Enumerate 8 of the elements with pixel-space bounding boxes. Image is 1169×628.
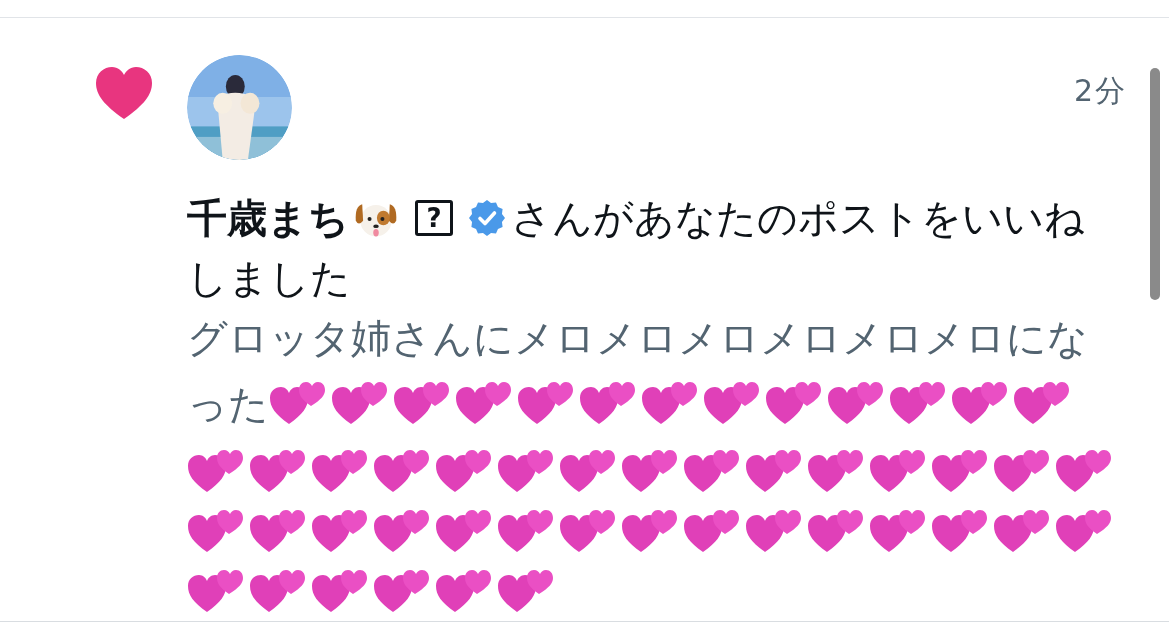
post-text: グロッタ姉さんにメロメロメロメロメロメロにな (187, 315, 1088, 361)
post-text: った (187, 380, 269, 429)
notification-text: しました (187, 255, 351, 301)
notification-text: さんがあなたのポストをいいね (511, 194, 1085, 243)
user-name: 千歳まち (187, 194, 349, 243)
timestamp: 2分 (1073, 72, 1127, 110)
heart-icon (94, 65, 154, 121)
missing-glyph: ? (415, 200, 453, 236)
